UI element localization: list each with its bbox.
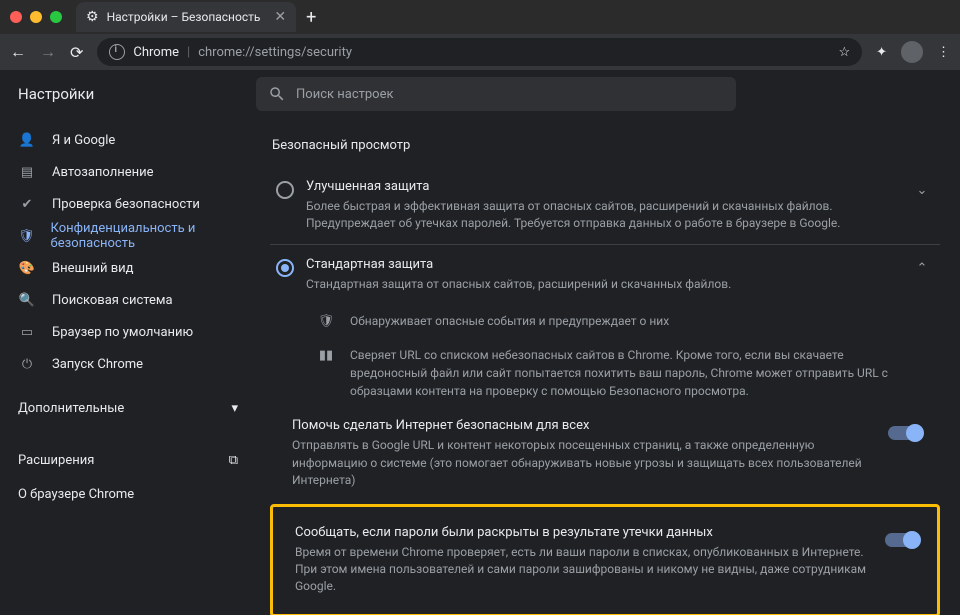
sidebar-item-appearance[interactable]: 🎨 Внешний вид (0, 252, 256, 284)
traffic-lights (10, 11, 62, 23)
help-desc: Отправлять в Google URL и контент некото… (292, 437, 874, 489)
gear-icon: ⚙ (86, 9, 99, 25)
collapse-standard[interactable]: ⌃ (910, 261, 934, 276)
page-title: Настройки (0, 85, 256, 103)
browser-tab[interactable]: ⚙ Настройки – Безопасность ✕ (76, 2, 296, 32)
close-tab-icon[interactable]: ✕ (274, 9, 286, 25)
sidebar-item-privacy-security[interactable]: 🛡 Конфиденциальность и безопасность (0, 220, 256, 252)
autofill-icon: ▤ (18, 165, 36, 180)
shield-icon: 🛡 (316, 314, 336, 330)
standard-bullet-1: 🛡 Обнаруживает опасные события и предупр… (270, 304, 940, 338)
sidebar-item-default-browser[interactable]: ▭ Браузер по умолчанию (0, 316, 256, 348)
standard-desc: Стандартная защита от опасных сайтов, ра… (306, 276, 898, 293)
sidebar-extensions[interactable]: Расширения ⧉ (0, 442, 256, 478)
sidebar-item-label: Автозаполнение (52, 165, 154, 180)
new-tab-button[interactable]: + (306, 7, 316, 28)
sidebar-item-label: Я и Google (52, 133, 115, 148)
chevron-down-icon: ▾ (231, 401, 238, 416)
settings-header: Настройки Поиск настроек (0, 70, 960, 118)
option-standard-protection[interactable]: Стандартная защита Стандартная защита от… (270, 244, 940, 305)
kebab-menu-icon[interactable]: ⋮ (937, 45, 950, 60)
settings-search[interactable]: Поиск настроек (256, 77, 736, 111)
standard-title: Стандартная защита (306, 257, 898, 272)
sidebar-item-label: Поисковая система (52, 293, 173, 308)
window-icon: ▭ (18, 325, 36, 340)
radio-enhanced[interactable] (276, 181, 294, 199)
bullet2-text: Сверяет URL со списком небезопасных сайт… (350, 346, 922, 400)
section-title: Безопасный просмотр (272, 138, 940, 153)
shield-check-icon: ✔ (18, 197, 36, 212)
back-button[interactable]: ← (10, 42, 26, 62)
search-icon (268, 85, 286, 103)
leak-title: Сообщать, если пароли были раскрыты в ре… (295, 525, 871, 540)
profile-avatar[interactable] (901, 41, 923, 63)
palette-icon: 🎨 (18, 261, 36, 276)
omnibox-url: chrome://settings/security (198, 45, 352, 60)
browser-toolbar: ← → ⟳ Chrome | chrome://settings/securit… (0, 34, 960, 70)
toggle-password-leak: Сообщать, если пароли были раскрыты в ре… (273, 515, 937, 606)
address-bar[interactable]: Chrome | chrome://settings/security ☆ (97, 38, 862, 66)
shield-icon: 🛡 (18, 229, 35, 244)
settings-sidebar: 👤 Я и Google ▤ Автозаполнение ✔ Проверка… (0, 118, 256, 615)
sidebar-item-you-and-google[interactable]: 👤 Я и Google (0, 124, 256, 156)
omnibox-label: Chrome (133, 45, 179, 60)
standard-bullet-2: ▮▮ Сверяет URL со списком небезопасных с… (270, 338, 940, 408)
reload-button[interactable]: ⟳ (70, 43, 83, 62)
maximize-window[interactable] (50, 11, 62, 23)
sidebar-item-label: Проверка безопасности (52, 197, 200, 212)
sidebar-item-autofill[interactable]: ▤ Автозаполнение (0, 156, 256, 188)
sidebar-advanced-label: Дополнительные (18, 401, 124, 416)
enhanced-title: Улучшенная защита (306, 179, 898, 194)
leak-desc: Время от времени Chrome проверяет, есть … (295, 544, 871, 596)
sidebar-advanced[interactable]: Дополнительные ▾ (0, 392, 256, 424)
extensions-icon[interactable]: ✦ (876, 45, 887, 60)
option-enhanced-protection[interactable]: Улучшенная защита Более быстрая и эффект… (270, 167, 940, 244)
forward-button[interactable]: → (40, 42, 56, 62)
sidebar-about-label: О браузере Chrome (18, 487, 134, 502)
magnifier-icon: 🔍 (18, 293, 36, 308)
enhanced-desc: Более быстрая и эффективная защита от оп… (306, 198, 898, 232)
site-info-icon[interactable] (109, 44, 125, 60)
bars-icon: ▮▮ (316, 348, 336, 400)
sidebar-item-label: Браузер по умолчанию (52, 325, 193, 340)
help-title: Помочь сделать Интернет безопасным для в… (292, 418, 874, 433)
sidebar-item-on-startup[interactable]: ⏻ Запуск Chrome (0, 348, 256, 380)
bullet1-text: Обнаруживает опасные события и предупреж… (350, 312, 922, 330)
window-titlebar: ⚙ Настройки – Безопасность ✕ + (0, 0, 960, 34)
expand-enhanced[interactable]: ⌄ (910, 183, 934, 198)
bookmark-star-icon[interactable]: ☆ (838, 45, 850, 60)
sidebar-item-label: Запуск Chrome (52, 357, 143, 372)
tab-title: Настройки – Безопасность (107, 10, 261, 24)
sidebar-extensions-label: Расширения (18, 453, 94, 468)
external-link-icon: ⧉ (229, 453, 238, 468)
minimize-window[interactable] (30, 11, 42, 23)
power-icon: ⏻ (18, 357, 36, 372)
sidebar-item-safety-check[interactable]: ✔ Проверка безопасности (0, 188, 256, 220)
highlighted-setting: Сообщать, если пароли были раскрыты в ре… (270, 504, 940, 615)
sidebar-item-label: Внешний вид (52, 261, 134, 276)
switch-password-leak[interactable] (885, 533, 919, 547)
radio-standard[interactable] (276, 259, 294, 277)
sidebar-item-label: Конфиденциальность и безопасность (51, 221, 238, 251)
close-window[interactable] (10, 11, 22, 23)
toggle-help-improve: Помочь сделать Интернет безопасным для в… (270, 408, 940, 499)
sidebar-item-search-engine[interactable]: 🔍 Поисковая система (0, 284, 256, 316)
switch-help-improve[interactable] (888, 426, 922, 440)
person-icon: 👤 (18, 133, 36, 148)
settings-content: Безопасный просмотр Улучшенная защита Бо… (256, 118, 960, 615)
sidebar-about-chrome[interactable]: О браузере Chrome (0, 478, 256, 510)
search-placeholder: Поиск настроек (296, 87, 394, 102)
